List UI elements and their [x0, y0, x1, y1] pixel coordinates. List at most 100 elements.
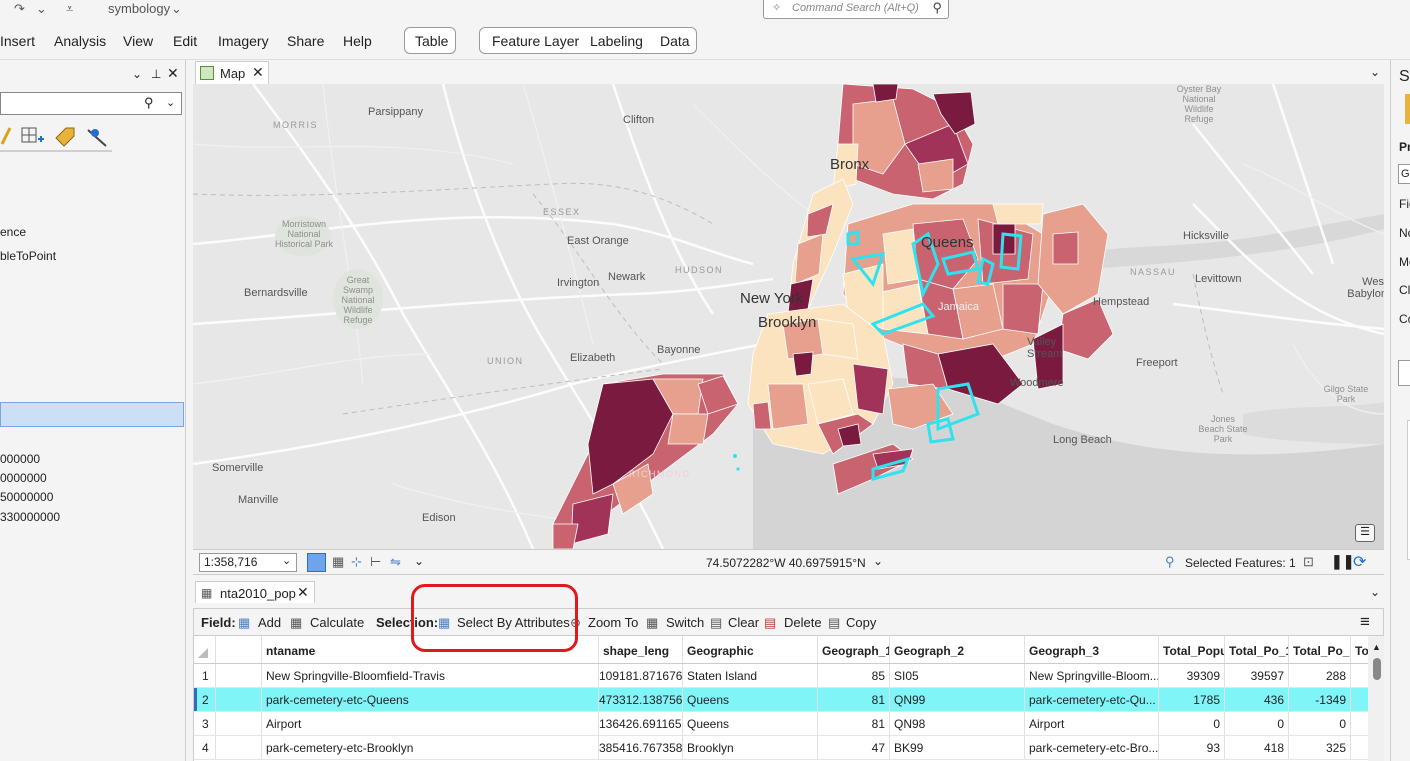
chevron-down-icon[interactable]: ⌄: [873, 554, 883, 568]
tab-help[interactable]: Help: [343, 33, 372, 49]
cell-geograph-1[interactable]: 85: [818, 664, 890, 687]
refresh-icon[interactable]: ⟳: [1353, 552, 1366, 572]
scroll-up-icon[interactable]: ▲: [1372, 642, 1381, 652]
cell-geograph-1[interactable]: 47: [818, 736, 890, 759]
table-row[interactable]: 4 park-cemetery-etc-Brooklyn 385416.767358…: [194, 736, 1368, 760]
cell-geograph-2[interactable]: BK99: [890, 736, 1025, 759]
cell-shape-leng[interactable]: 136426.691165: [599, 712, 683, 735]
delete-button[interactable]: Delete: [784, 615, 822, 630]
calculate-button[interactable]: Calculate: [310, 615, 364, 630]
chevron-down-icon[interactable]: ⌄: [1370, 65, 1380, 79]
tab-map[interactable]: Map ✕: [195, 61, 269, 84]
column-header[interactable]: Geograph_1: [818, 636, 890, 663]
tab-insert[interactable]: Insert: [0, 33, 35, 49]
cell-total-po-1[interactable]: 0: [1225, 712, 1289, 735]
cell-total-popu[interactable]: 39309: [1159, 664, 1225, 687]
cell-geograph-1[interactable]: 81: [818, 712, 890, 735]
cell-geograph-1[interactable]: 81: [818, 688, 890, 711]
tab-feature-layer[interactable]: Feature Layer: [492, 33, 579, 49]
cell-geographic[interactable]: Queens: [683, 712, 818, 735]
scrollbar-thumb[interactable]: [1373, 658, 1381, 680]
column-header[interactable]: Total_Po_1: [1225, 636, 1289, 663]
close-icon[interactable]: ✕: [167, 65, 179, 82]
pin-icon[interactable]: ⊥: [151, 67, 161, 81]
close-icon[interactable]: ✕: [252, 64, 264, 81]
switch-button[interactable]: Switch: [666, 615, 704, 630]
copy-button[interactable]: Copy: [846, 615, 876, 630]
tab-table[interactable]: Table: [415, 33, 448, 49]
cell-total-popu[interactable]: 93: [1159, 736, 1225, 759]
command-search-input[interactable]: ✧ Command Search (Alt+Q) ⚲: [763, 0, 949, 19]
pause-icon[interactable]: ❚❚: [1331, 553, 1354, 570]
customize-qat-icon[interactable]: ⩡: [66, 1, 73, 17]
cell-geograph-2[interactable]: QN98: [890, 712, 1025, 735]
classes-tab[interactable]: [1398, 360, 1410, 386]
cell-geograph-2[interactable]: QN99: [890, 688, 1025, 711]
tab-imagery[interactable]: Imagery: [218, 33, 269, 49]
renderer-select[interactable]: G: [1398, 164, 1410, 184]
selected-features-count[interactable]: Selected Features: 1: [1185, 556, 1296, 570]
cell-geograph-3[interactable]: park-cemetery-etc-Bro...: [1025, 736, 1159, 759]
project-dropdown-icon[interactable]: ⌄: [171, 1, 182, 17]
cell-shape-leng[interactable]: 473312.138756: [599, 688, 683, 711]
cell-shape-leng[interactable]: 109181.871676: [599, 664, 683, 687]
selected-list-item[interactable]: [0, 402, 184, 427]
redo-icon[interactable]: ↷: [14, 1, 25, 17]
refresh-table-icon[interactable]: ⊡: [1303, 554, 1314, 570]
cell-geograph-2[interactable]: SI05: [890, 664, 1025, 687]
scale-select[interactable]: 1:358,716 ⌄: [199, 553, 297, 572]
cell-total-po-2[interactable]: -1349: [1289, 688, 1351, 711]
table-row[interactable]: 1 New Springville-Bloomfield-Travis 109181…: [194, 664, 1368, 688]
cell-total-po-1[interactable]: 436: [1225, 688, 1289, 711]
map-view[interactable]: Parsippany MORRIS Clifton ESSEX East Ora…: [193, 84, 1384, 549]
close-icon[interactable]: ✕: [297, 584, 309, 601]
cell-ntaname[interactable]: Airport: [262, 712, 599, 735]
tab-labeling[interactable]: Labeling: [590, 33, 643, 49]
symbology-tab-icon[interactable]: [1405, 94, 1410, 124]
pane-search-input[interactable]: ⚲ ⌄: [0, 92, 182, 115]
column-header[interactable]: Total_Po_2: [1289, 636, 1351, 663]
column-header[interactable]: shape_leng: [599, 636, 683, 663]
tab-attribute-table[interactable]: ▦ nta2010_pop ✕: [195, 581, 315, 603]
clear-button[interactable]: Clear: [728, 615, 759, 630]
cell-total-po-2[interactable]: 288: [1289, 664, 1351, 687]
correction-icon[interactable]: ⇋: [390, 554, 401, 570]
column-header[interactable]: Geograph_2: [890, 636, 1025, 663]
cell-total-po-1[interactable]: 39597: [1225, 664, 1289, 687]
cell-geograph-3[interactable]: New Springville-Bloom...: [1025, 664, 1159, 687]
table-row[interactable]: 2 park-cemetery-etc-Queens 473312.138756 Qu…: [194, 688, 1368, 712]
pane-options-icon[interactable]: ⌄: [132, 67, 142, 81]
cell-total-popu[interactable]: 0: [1159, 712, 1225, 735]
cell-geographic[interactable]: Queens: [683, 688, 818, 711]
constraint-icon[interactable]: ⊢: [370, 554, 381, 570]
table-grid-icon[interactable]: ▦: [332, 554, 344, 570]
cell-geograph-3[interactable]: park-cemetery-etc-Qu...: [1025, 688, 1159, 711]
add-field-button[interactable]: Add: [258, 615, 281, 630]
redo-dropdown-icon[interactable]: ⌄: [36, 1, 47, 17]
tab-analysis[interactable]: Analysis: [54, 33, 106, 49]
cell-shape-leng[interactable]: 385416.767358: [599, 736, 683, 759]
cell-geographic[interactable]: Staten Island: [683, 664, 818, 687]
vertical-scrollbar[interactable]: ▲: [1368, 636, 1384, 761]
table-menu-icon[interactable]: ≡: [1360, 612, 1370, 632]
tab-share[interactable]: Share: [287, 33, 324, 49]
project-name[interactable]: symbology: [108, 1, 170, 16]
tab-edit[interactable]: Edit: [173, 33, 197, 49]
column-header[interactable]: Geographic: [683, 636, 818, 663]
chevron-down-icon[interactable]: ⌄: [414, 554, 424, 568]
chevron-down-icon[interactable]: ⌄: [166, 96, 175, 109]
cell-total-po-1[interactable]: 418: [1225, 736, 1289, 759]
select-all-corner[interactable]: [194, 636, 216, 663]
cell-geographic[interactable]: Brooklyn: [683, 736, 818, 759]
cell-ntaname[interactable]: park-cemetery-etc-Brooklyn: [262, 736, 599, 759]
cell-ntaname[interactable]: park-cemetery-etc-Queens: [262, 688, 599, 711]
cell-total-popu[interactable]: 1785: [1159, 688, 1225, 711]
basemap-icon[interactable]: ☰: [1355, 524, 1375, 542]
cell-ntaname[interactable]: New Springville-Bloomfield-Travis: [262, 664, 599, 687]
cell-geograph-3[interactable]: Airport: [1025, 712, 1159, 735]
column-header[interactable]: Geograph_3: [1025, 636, 1159, 663]
grid-toggle-icon[interactable]: [307, 553, 326, 572]
cell-total-po-2[interactable]: 0: [1289, 712, 1351, 735]
table-row[interactable]: 3 Airport 136426.691165 Queens 81 QN98 Airport…: [194, 712, 1368, 736]
zoom-to-button[interactable]: Zoom To: [588, 615, 638, 630]
